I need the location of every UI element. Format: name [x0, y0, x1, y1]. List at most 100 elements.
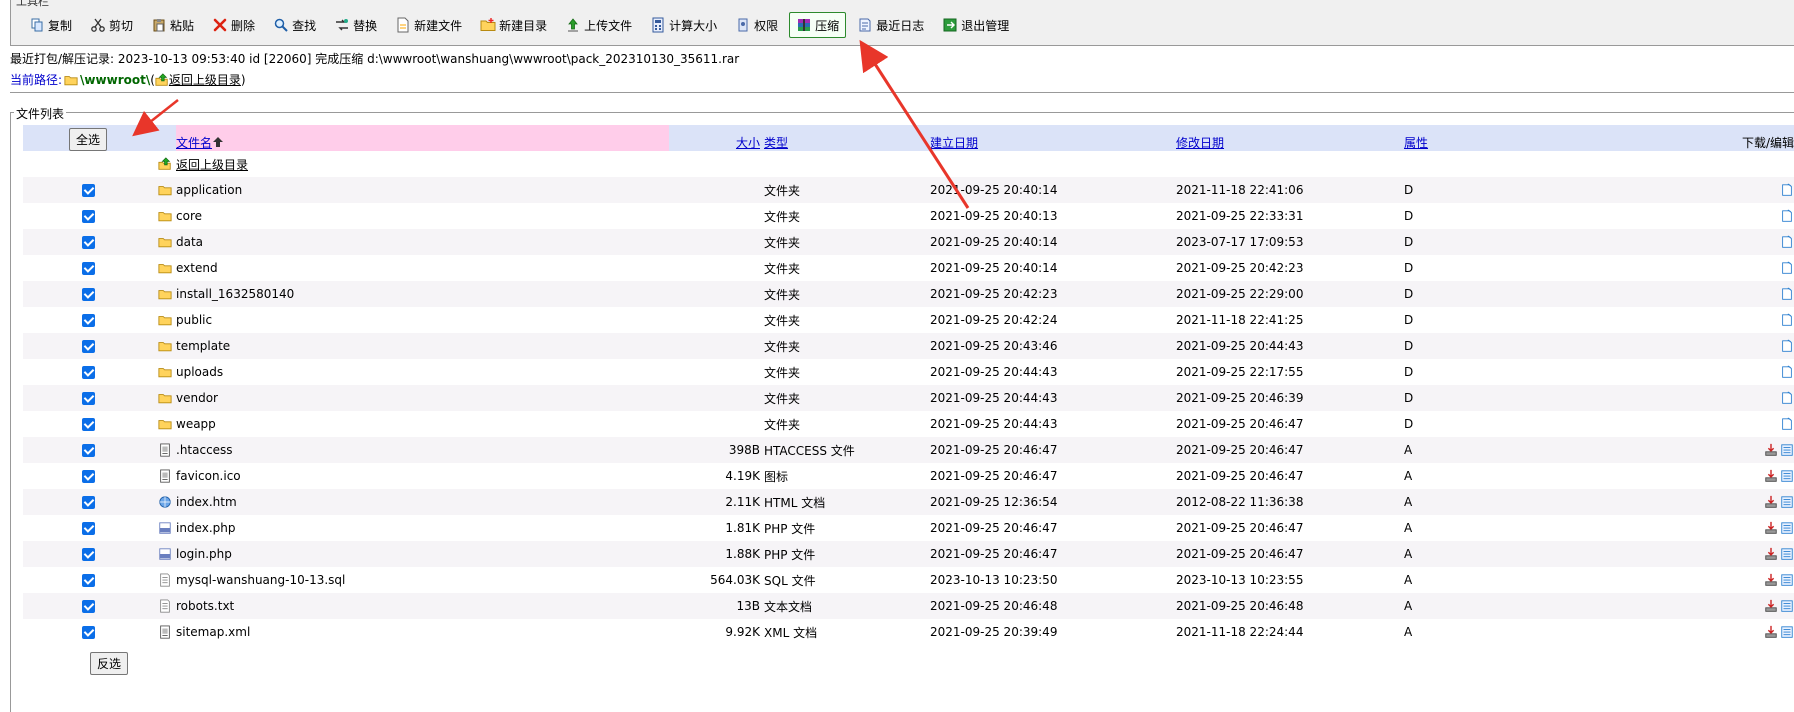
table-row[interactable]: vendor 文件夹 2021-09-25 20:44:43 2021-09-25 2…	[23, 385, 1794, 411]
edit-attributes-icon[interactable]	[1780, 183, 1794, 197]
replace-button[interactable]: 替换	[327, 12, 384, 38]
edit-attributes-icon[interactable]	[1780, 339, 1794, 353]
download-icon[interactable]	[1764, 625, 1778, 639]
edit-attributes-icon[interactable]	[1780, 365, 1794, 379]
file-name[interactable]: sitemap.xml	[176, 625, 250, 639]
sort-by-name-link[interactable]: 文件名	[176, 136, 212, 150]
table-row[interactable]: uploads 文件夹 2021-09-25 20:44:43 2021-09-25 …	[23, 359, 1794, 385]
find-button[interactable]: 查找	[266, 12, 323, 38]
file-name[interactable]: .htaccess	[176, 443, 233, 457]
sort-by-type-link[interactable]: 类型	[764, 136, 788, 150]
edit-attributes-icon[interactable]	[1780, 209, 1794, 223]
row-checkbox[interactable]	[81, 236, 95, 249]
sort-by-attr-link[interactable]: 属性	[1404, 136, 1428, 150]
compress-button[interactable]: 压缩	[789, 12, 847, 38]
column-created[interactable]: 建立日期	[930, 125, 1176, 151]
file-name[interactable]: uploads	[176, 365, 223, 379]
edit-attributes-icon[interactable]	[1780, 235, 1794, 249]
permission-button[interactable]: 权限	[728, 12, 785, 38]
cut-button[interactable]: 剪切	[83, 12, 140, 38]
table-row[interactable]: login.php 1.88K PHP 文件 2021-09-25 20:46:47 2…	[23, 541, 1794, 567]
edit-icon[interactable]	[1780, 495, 1794, 509]
download-icon[interactable]	[1764, 495, 1778, 509]
table-row[interactable]: index.php 1.81K PHP 文件 2021-09-25 20:46:47 2…	[23, 515, 1794, 541]
row-checkbox[interactable]	[81, 574, 95, 587]
download-icon[interactable]	[1764, 469, 1778, 483]
sort-by-created-link[interactable]: 建立日期	[930, 136, 978, 150]
download-icon[interactable]	[1764, 599, 1778, 613]
select-all-button[interactable]: 全选	[68, 128, 107, 151]
table-row[interactable]: favicon.ico 4.19K 图标 2021-09-25 20:46:47 202…	[23, 463, 1794, 489]
row-checkbox[interactable]	[81, 418, 95, 431]
recent-log-button[interactable]: 最近日志	[850, 12, 931, 38]
table-row[interactable]: mysql-wanshuang-10-13.sql 564.03K SQL 文件 20…	[23, 567, 1794, 593]
row-checkbox[interactable]	[81, 548, 95, 561]
file-name[interactable]: application	[176, 183, 242, 197]
copy-button[interactable]: 复制	[22, 12, 79, 38]
invert-selection-button[interactable]: 反选	[90, 652, 129, 675]
edit-icon[interactable]	[1780, 625, 1794, 639]
download-icon[interactable]	[1764, 521, 1778, 535]
table-row[interactable]: weapp 文件夹 2021-09-25 20:44:43 2021-09-25 20…	[23, 411, 1794, 437]
column-modified[interactable]: 修改日期	[1176, 125, 1404, 151]
table-row[interactable]: extend 文件夹 2021-09-25 20:40:14 2021-09-25 2…	[23, 255, 1794, 281]
new-dir-button[interactable]: 新建目录	[473, 12, 554, 38]
row-checkbox[interactable]	[81, 262, 95, 275]
row-checkbox[interactable]	[81, 210, 95, 223]
row-checkbox[interactable]	[81, 340, 95, 353]
edit-icon[interactable]	[1780, 573, 1794, 587]
row-checkbox[interactable]	[81, 522, 95, 535]
edit-icon[interactable]	[1780, 547, 1794, 561]
table-row[interactable]: public 文件夹 2021-09-25 20:42:24 2021-11-18 2…	[23, 307, 1794, 333]
file-name[interactable]: public	[176, 313, 212, 327]
file-name[interactable]: weapp	[176, 417, 216, 431]
table-row[interactable]: robots.txt 13B 文本文档 2021-09-25 20:46:48 2021…	[23, 593, 1794, 619]
table-row[interactable]: template 文件夹 2021-09-25 20:43:46 2021-09-25…	[23, 333, 1794, 359]
file-name[interactable]: data	[176, 235, 203, 249]
file-name[interactable]: favicon.ico	[176, 469, 241, 483]
row-checkbox[interactable]	[81, 184, 95, 197]
column-type[interactable]: 类型	[764, 125, 930, 151]
download-icon[interactable]	[1764, 443, 1778, 457]
edit-icon[interactable]	[1780, 469, 1794, 483]
edit-icon[interactable]	[1780, 521, 1794, 535]
new-file-button[interactable]: 新建文件	[388, 12, 469, 38]
edit-attributes-icon[interactable]	[1780, 391, 1794, 405]
edit-attributes-icon[interactable]	[1780, 417, 1794, 431]
table-row[interactable]: sitemap.xml 9.92K XML 文档 2021-09-25 20:39:4…	[23, 619, 1794, 645]
download-icon[interactable]	[1764, 547, 1778, 561]
calc-size-button[interactable]: 计算大小	[643, 12, 724, 38]
file-name[interactable]: install_1632580140	[176, 287, 294, 301]
parent-directory-row-link[interactable]: 返回上级目录	[176, 158, 248, 172]
paste-button[interactable]: 粘贴	[144, 12, 201, 38]
file-name[interactable]: login.php	[176, 547, 232, 561]
edit-attributes-icon[interactable]	[1780, 261, 1794, 275]
row-checkbox[interactable]	[81, 626, 95, 639]
edit-attributes-icon[interactable]	[1780, 313, 1794, 327]
row-checkbox[interactable]	[81, 366, 95, 379]
exit-button[interactable]: 退出管理	[935, 12, 1016, 38]
file-name[interactable]: index.php	[176, 521, 235, 535]
sort-by-size-link[interactable]: 大小	[736, 136, 760, 150]
file-name[interactable]: template	[176, 339, 230, 353]
file-name[interactable]: vendor	[176, 391, 218, 405]
delete-button[interactable]: 删除	[205, 12, 262, 38]
parent-directory-link[interactable]: 返回上级目录	[169, 71, 241, 88]
table-row[interactable]: .htaccess 398B HTACCESS 文件 2021-09-25 20:46…	[23, 437, 1794, 463]
sort-by-modified-link[interactable]: 修改日期	[1176, 136, 1224, 150]
row-checkbox[interactable]	[81, 470, 95, 483]
file-name[interactable]: index.htm	[176, 495, 237, 509]
edit-attributes-icon[interactable]	[1780, 287, 1794, 301]
table-row[interactable]: index.htm 2.11K HTML 文档 2021-09-25 12:36:54…	[23, 489, 1794, 515]
row-checkbox[interactable]	[81, 444, 95, 457]
row-checkbox[interactable]	[81, 600, 95, 613]
row-checkbox[interactable]	[81, 496, 95, 509]
row-checkbox[interactable]	[81, 288, 95, 301]
column-size[interactable]: 大小	[669, 125, 764, 151]
file-name[interactable]: extend	[176, 261, 218, 275]
column-attr[interactable]: 属性	[1404, 125, 1513, 151]
upload-button[interactable]: 上传文件	[558, 12, 639, 38]
edit-icon[interactable]	[1780, 443, 1794, 457]
file-name[interactable]: core	[176, 209, 202, 223]
download-icon[interactable]	[1764, 573, 1778, 587]
